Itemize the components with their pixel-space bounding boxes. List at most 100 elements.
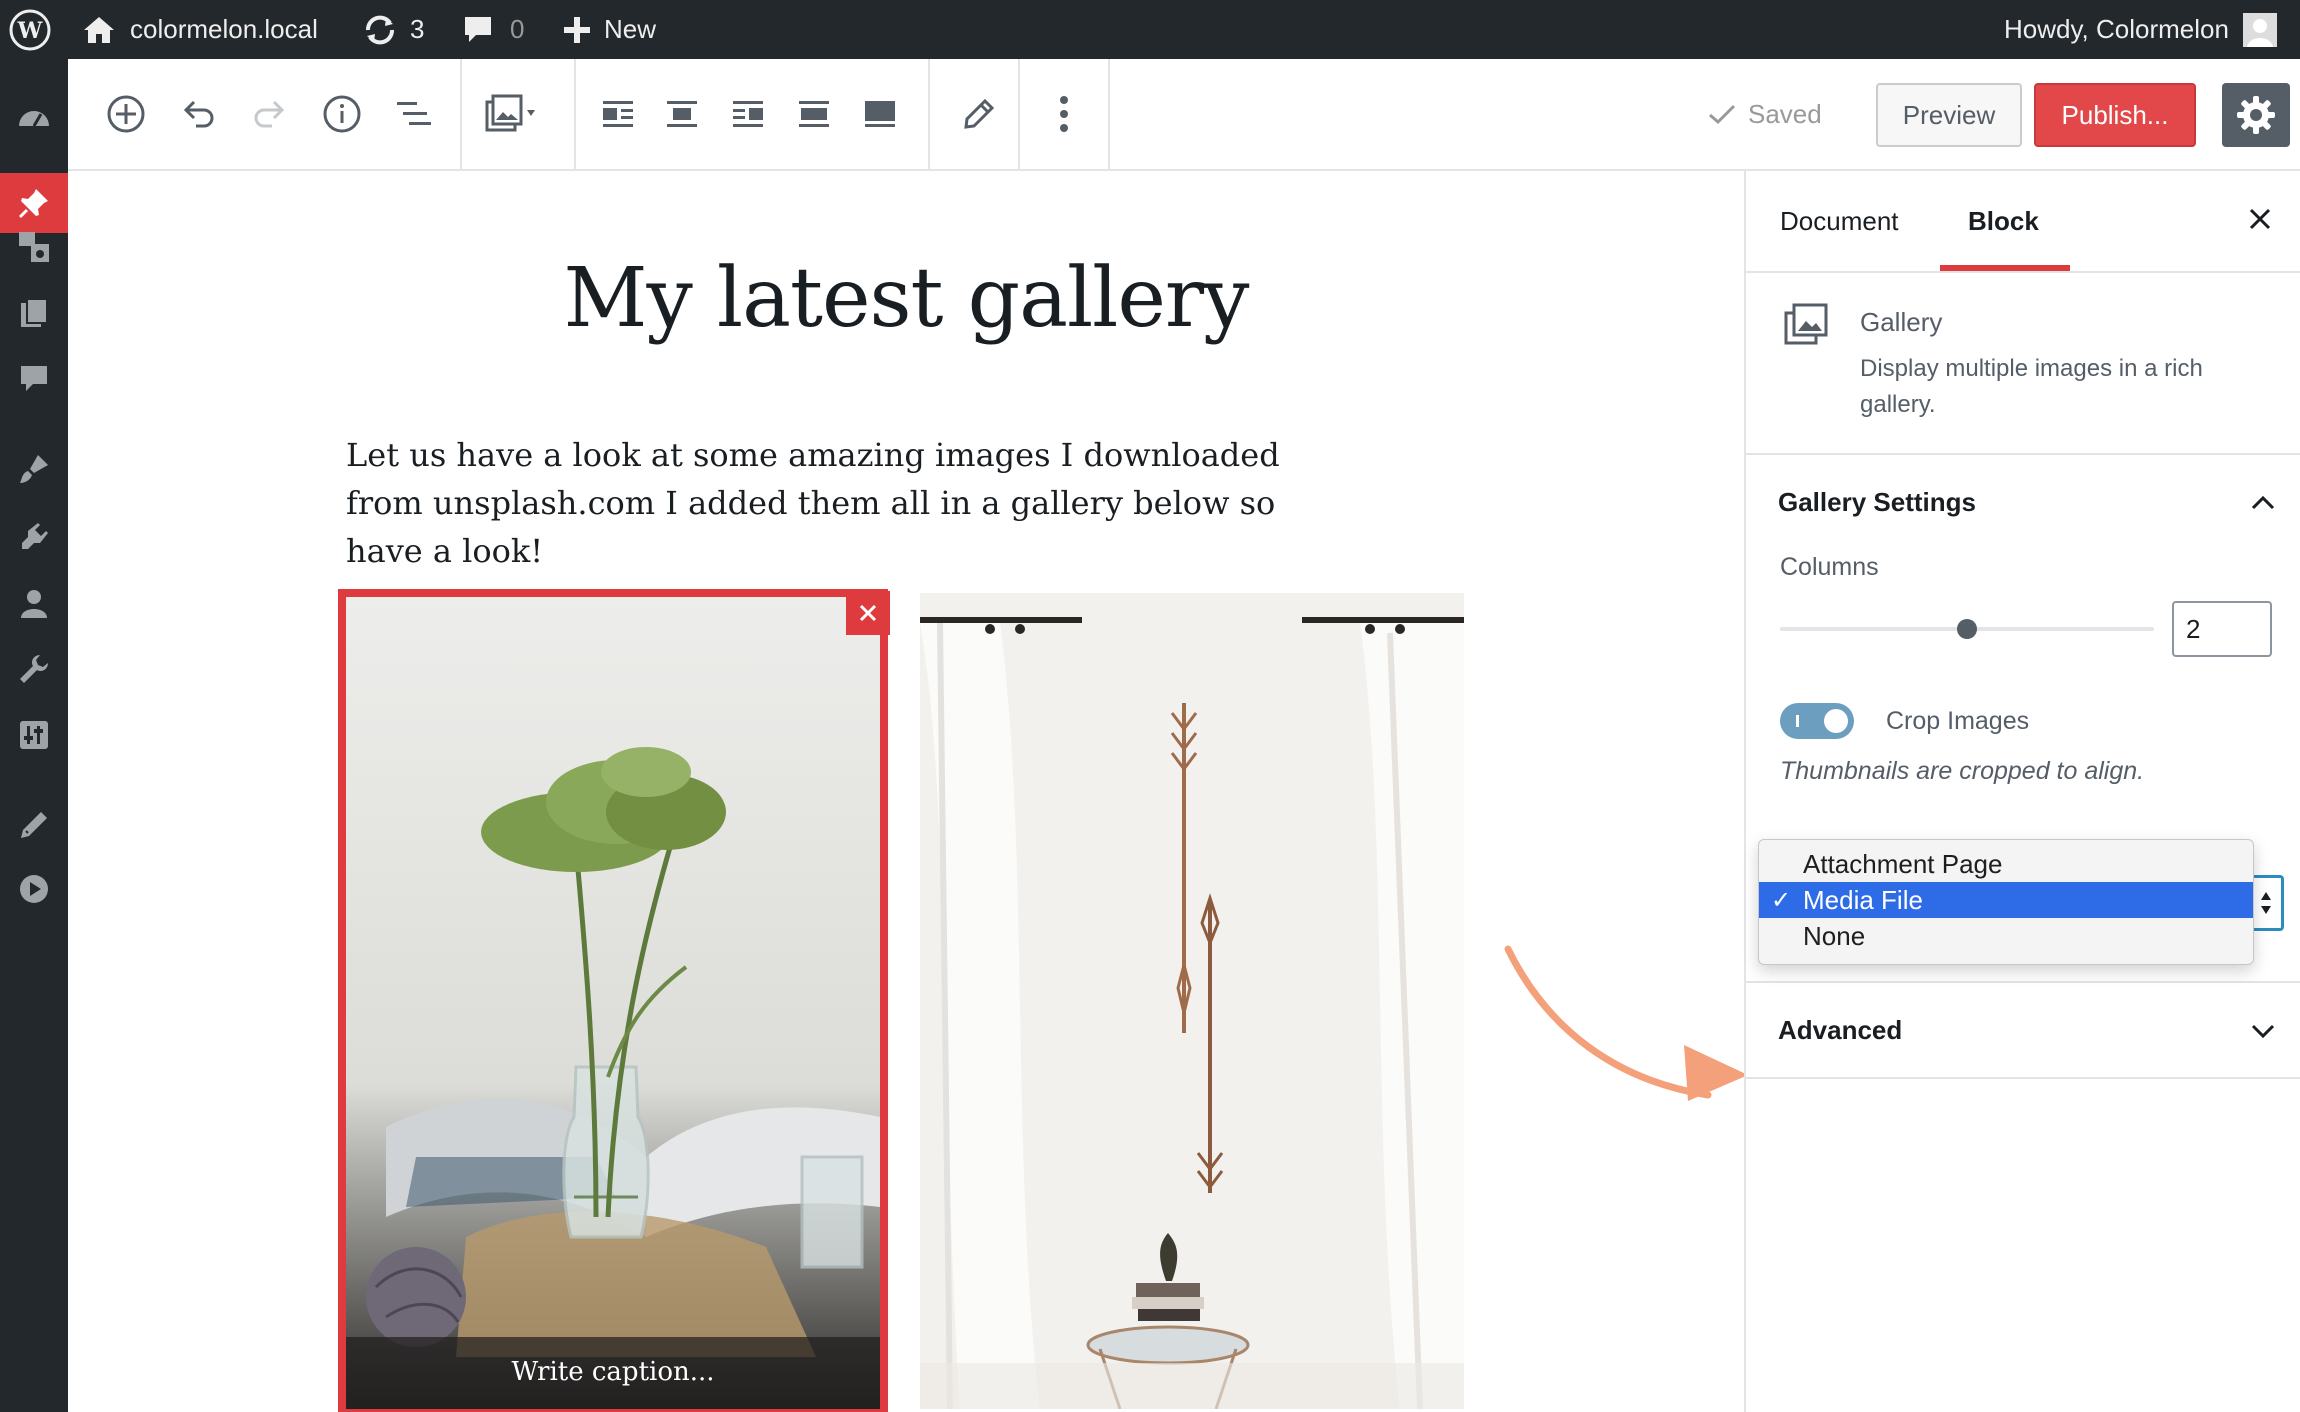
option-media-file-label: Media File bbox=[1803, 884, 1923, 915]
user-icon bbox=[19, 588, 49, 618]
plugin-icon bbox=[18, 521, 50, 553]
wrench-icon bbox=[18, 653, 50, 685]
block-title: Gallery bbox=[1860, 307, 1943, 337]
gallery-icon bbox=[485, 94, 535, 134]
option-attachment-page[interactable]: Attachment Page bbox=[1759, 846, 2253, 882]
outline-button[interactable] bbox=[382, 59, 446, 169]
full-width-button[interactable] bbox=[850, 59, 910, 169]
editor-canvas: My latest gallery Let us have a look at … bbox=[68, 171, 1744, 1412]
chevron-up-icon[interactable] bbox=[2250, 493, 2276, 511]
vertical-ellipsis-icon bbox=[1059, 94, 1069, 134]
comments-count: 0 bbox=[510, 14, 525, 44]
menu-comments[interactable] bbox=[0, 349, 68, 409]
saved-status: Saved bbox=[1708, 59, 1822, 169]
comment-icon bbox=[462, 14, 494, 46]
media-icon bbox=[17, 230, 51, 264]
wide-width-button[interactable] bbox=[784, 59, 844, 169]
toolbar-divider bbox=[574, 59, 576, 169]
advanced-panel-toggle[interactable]: Advanced bbox=[1778, 1015, 1902, 1046]
updates-icon bbox=[362, 14, 398, 46]
updates-count: 3 bbox=[410, 14, 425, 44]
divider bbox=[1746, 981, 2300, 983]
info-button[interactable] bbox=[310, 59, 374, 169]
menu-collapse[interactable] bbox=[0, 859, 68, 919]
toolbar-divider bbox=[928, 59, 930, 169]
preview-button[interactable]: Preview bbox=[1876, 83, 2022, 147]
gallery-block-icon bbox=[1784, 303, 1830, 345]
info-icon bbox=[322, 94, 362, 134]
greeting: Howdy, Colormelon bbox=[2004, 14, 2229, 44]
pages-icon bbox=[19, 297, 49, 329]
account-menu[interactable]: Howdy, Colormelon bbox=[2004, 0, 2277, 59]
comments-link[interactable]: 0 bbox=[462, 0, 524, 59]
caption-input[interactable]: Write caption... bbox=[346, 1357, 880, 1387]
columns-number-input[interactable]: 2 bbox=[2172, 601, 2272, 657]
dashboard-icon bbox=[17, 104, 51, 130]
menu-media[interactable] bbox=[0, 217, 68, 277]
block-description: Display multiple images in a rich galler… bbox=[1860, 355, 2203, 418]
crop-images-toggle[interactable] bbox=[1780, 703, 1854, 739]
option-none[interactable]: None bbox=[1759, 918, 2253, 954]
updates-link[interactable]: 3 bbox=[362, 0, 424, 59]
remove-image-button[interactable] bbox=[846, 591, 890, 635]
change-block-type-button[interactable] bbox=[474, 59, 546, 169]
wide-width-icon bbox=[797, 99, 831, 129]
align-left-icon bbox=[601, 99, 635, 129]
close-sidebar-button[interactable] bbox=[2248, 207, 2272, 231]
redo-button[interactable] bbox=[238, 59, 302, 169]
option-media-file[interactable]: ✓ Media File bbox=[1759, 882, 2253, 918]
site-name-link[interactable]: colormelon.local bbox=[82, 0, 318, 59]
publish-button[interactable]: Publish... bbox=[2034, 83, 2196, 147]
divider bbox=[1746, 1077, 2300, 1079]
divider bbox=[1746, 453, 2300, 455]
tab-block[interactable]: Block bbox=[1968, 171, 2039, 271]
menu-pages[interactable] bbox=[0, 283, 68, 343]
menu-appearance[interactable] bbox=[0, 439, 68, 499]
close-icon bbox=[2248, 207, 2272, 231]
check-icon bbox=[1708, 103, 1736, 125]
undo-icon bbox=[178, 94, 218, 134]
check-icon: ✓ bbox=[1771, 886, 1792, 914]
add-block-button[interactable] bbox=[94, 59, 158, 169]
post-title[interactable]: My latest gallery bbox=[68, 251, 1744, 346]
gallery-image-arrows[interactable] bbox=[920, 593, 1464, 1409]
chevron-down-icon[interactable] bbox=[2250, 1023, 2276, 1041]
divider bbox=[1746, 271, 2300, 273]
editor-toolbar: Saved Preview Publish... bbox=[68, 59, 2300, 171]
pencil-icon bbox=[963, 98, 995, 130]
columns-slider-thumb[interactable] bbox=[1957, 619, 1977, 639]
gear-icon bbox=[2236, 95, 2276, 135]
toolbar-divider bbox=[1108, 59, 1110, 169]
full-width-icon bbox=[863, 99, 897, 129]
menu-dashboard[interactable] bbox=[0, 87, 68, 147]
gallery-image-plant[interactable] bbox=[338, 589, 888, 1412]
home-icon bbox=[82, 15, 116, 45]
menu-plugins[interactable] bbox=[0, 507, 68, 567]
admin-menu bbox=[0, 59, 68, 1412]
pencil-icon bbox=[19, 810, 49, 840]
gallery-settings-panel-toggle[interactable]: Gallery Settings bbox=[1778, 487, 1976, 518]
align-right-button[interactable] bbox=[718, 59, 778, 169]
tab-document[interactable]: Document bbox=[1780, 171, 1899, 271]
edit-gallery-button[interactable] bbox=[942, 59, 1016, 169]
menu-custom-edit[interactable] bbox=[0, 795, 68, 855]
toolbar-divider bbox=[1018, 59, 1020, 169]
new-label: New bbox=[604, 14, 657, 44]
more-options-button[interactable] bbox=[1032, 59, 1096, 169]
toolbar-divider bbox=[460, 59, 462, 169]
close-icon bbox=[858, 603, 878, 623]
paragraph-block[interactable]: Let us have a look at some amazing image… bbox=[346, 431, 1346, 575]
align-center-icon bbox=[665, 99, 699, 129]
site-name: colormelon.local bbox=[130, 14, 318, 44]
menu-settings[interactable] bbox=[0, 705, 68, 765]
crop-images-help: Thumbnails are cropped to align. bbox=[1780, 757, 2145, 785]
saved-label: Saved bbox=[1748, 98, 1822, 129]
align-left-button[interactable] bbox=[588, 59, 648, 169]
menu-users[interactable] bbox=[0, 573, 68, 633]
new-content-link[interactable]: New bbox=[562, 0, 656, 59]
settings-button[interactable] bbox=[2222, 83, 2290, 147]
align-center-button[interactable] bbox=[652, 59, 712, 169]
menu-tools[interactable] bbox=[0, 639, 68, 699]
undo-button[interactable] bbox=[166, 59, 230, 169]
wordpress-logo-icon[interactable]: W bbox=[8, 0, 52, 59]
